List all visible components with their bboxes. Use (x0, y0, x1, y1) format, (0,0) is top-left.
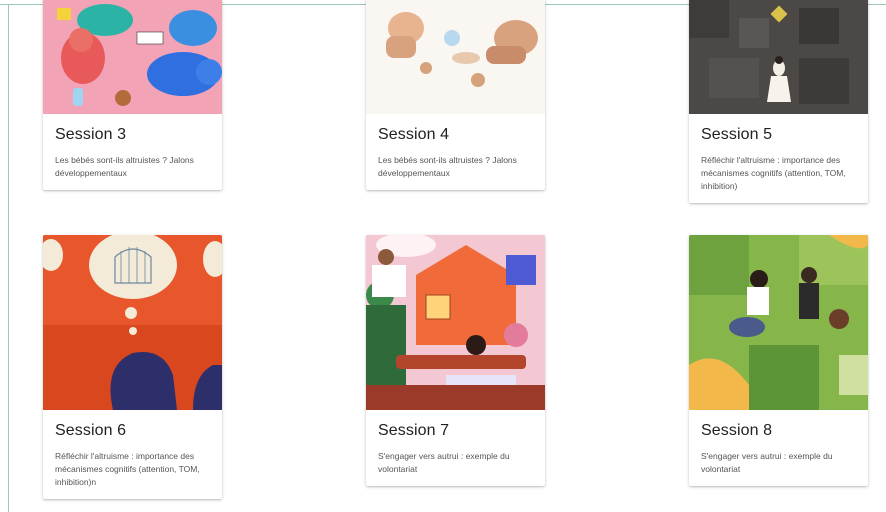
session-6-image (43, 235, 222, 410)
session-7-image (366, 235, 545, 410)
session-card-4[interactable]: Session 4 Les bébés sont-ils altruistes … (366, 0, 545, 190)
session-8-image (689, 235, 868, 410)
session-title: Session 5 (701, 126, 773, 143)
session-title: Session 8 (701, 422, 773, 439)
session-title: Session 4 (378, 126, 450, 143)
session-description: Les bébés sont-ils altruistes ? Jalons d… (55, 155, 194, 178)
session-title: Session 3 (55, 126, 127, 143)
session-description: Les bébés sont-ils altruistes ? Jalons d… (378, 155, 517, 178)
session-title: Session 7 (378, 422, 450, 439)
session-description: Réfléchir l'altruisme : importance des m… (701, 155, 846, 191)
session-description: S'engager vers autrui : exemple du volon… (378, 451, 510, 474)
session-title: Session 6 (55, 422, 127, 439)
session-5-image (689, 0, 868, 114)
session-card-6[interactable]: Session 6 Réfléchir l'altruisme : import… (43, 235, 222, 499)
frame-border-left (8, 4, 9, 512)
session-description: Réfléchir l'altruisme : importance des m… (55, 451, 200, 487)
session-card-8[interactable]: Session 8 S'engager vers autrui : exempl… (689, 235, 868, 486)
session-description: S'engager vers autrui : exemple du volon… (701, 451, 833, 474)
session-3-image (43, 0, 222, 114)
session-card-7[interactable]: Session 7 S'engager vers autrui : exempl… (366, 235, 545, 486)
session-card-3[interactable]: Session 3 Les bébés sont-ils altruistes … (43, 0, 222, 190)
session-card-5[interactable]: Session 5 Réfléchir l'altruisme : import… (689, 0, 868, 203)
session-4-image (366, 0, 545, 114)
